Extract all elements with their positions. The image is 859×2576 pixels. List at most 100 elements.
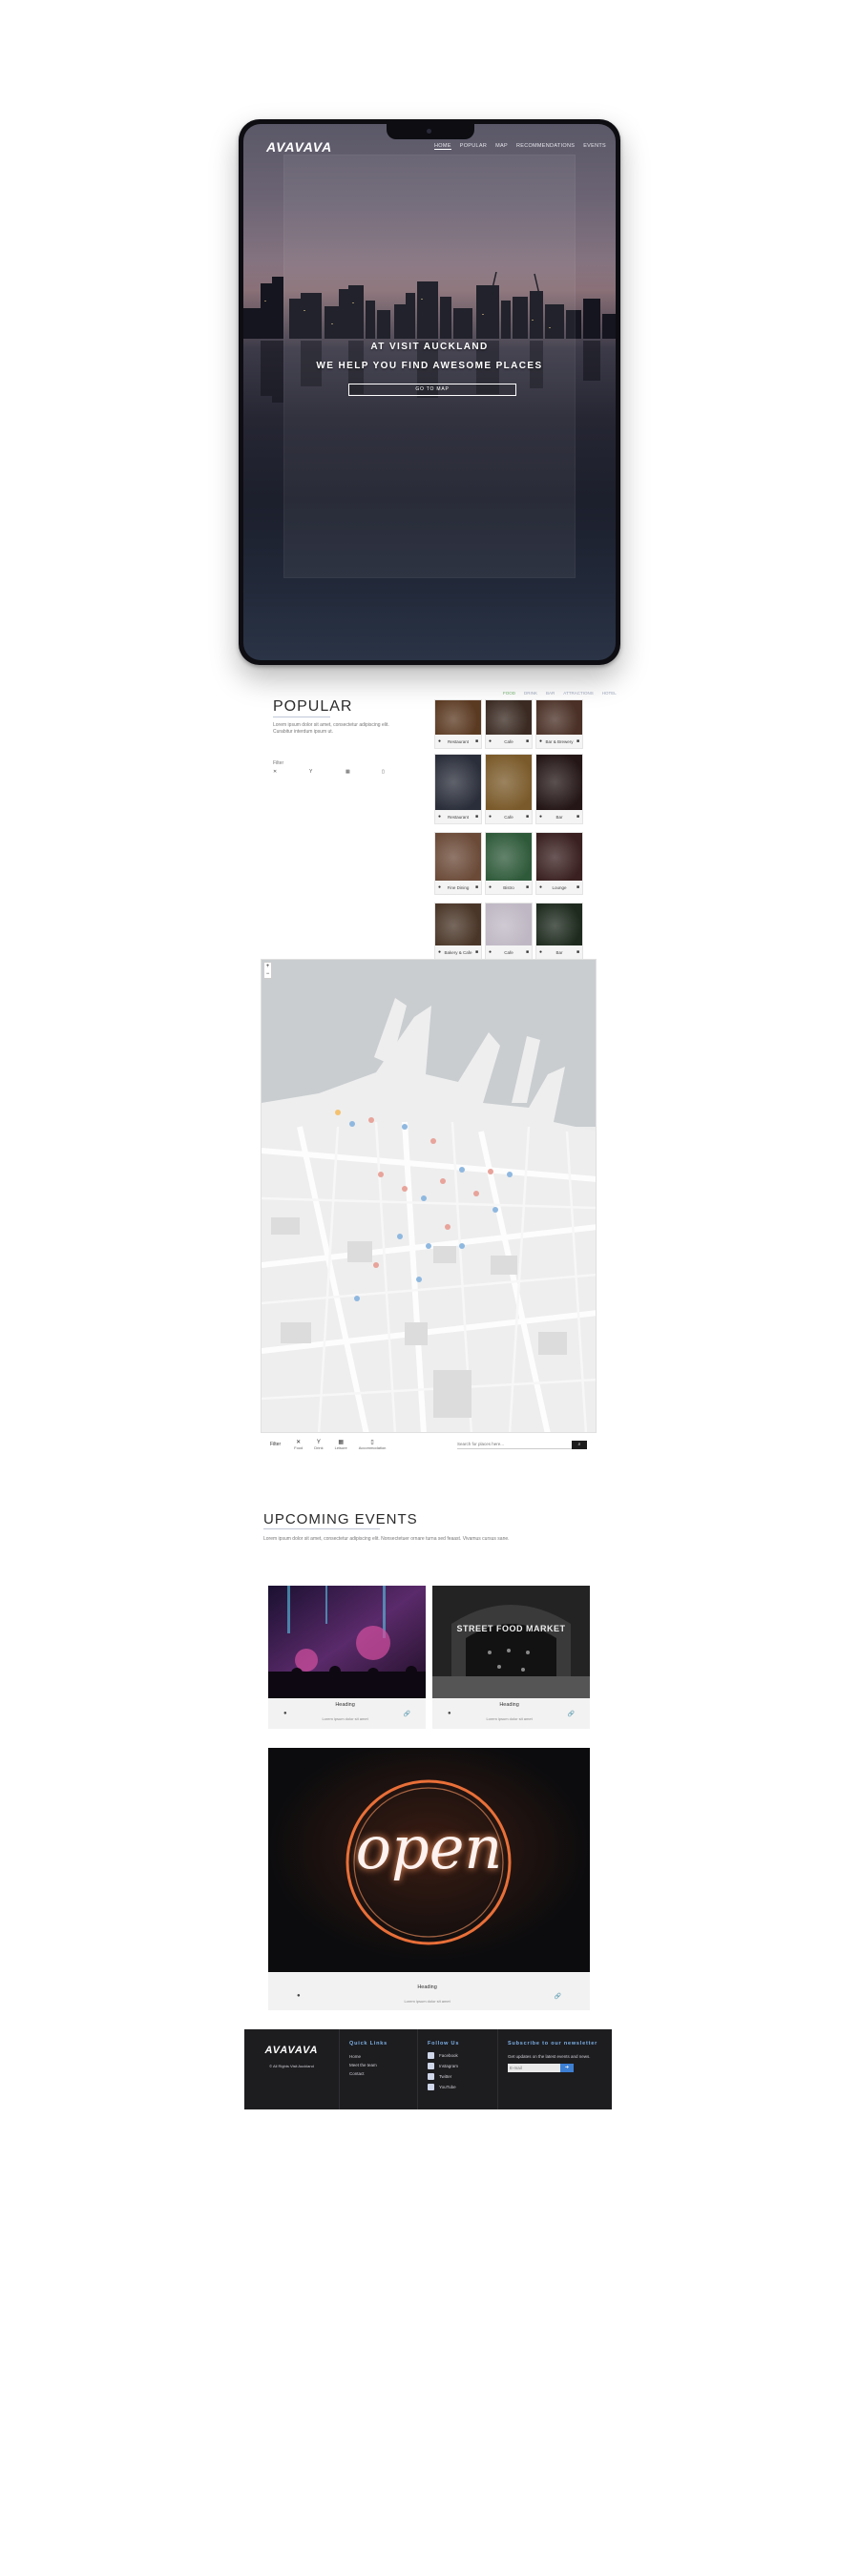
popular-card[interactable]: ● Cafe ■	[485, 903, 533, 960]
search-icon[interactable]: ⌕	[572, 1440, 587, 1449]
nav-events[interactable]: EVENTS	[583, 143, 606, 150]
popular-card[interactable]: ● Fine Dining ■	[434, 832, 482, 895]
popular-filter-label: Filter	[273, 760, 284, 766]
events-title-underline	[263, 1528, 380, 1529]
link-icon[interactable]: 🔗	[555, 1993, 561, 2000]
event-card-3[interactable]: open ● Heading Lorem ipsum dolor sit amet…	[268, 1748, 590, 2010]
hotel-icon: ▯	[370, 1440, 374, 1445]
subscribe-arrow-icon[interactable]: ➜	[560, 2064, 574, 2072]
popular-card-label-bar: ● Cafe ■	[486, 810, 532, 823]
social-facebook[interactable]: Facebook	[428, 2052, 488, 2059]
grid-nav-attractions[interactable]: ATTRACTIONS	[563, 691, 593, 696]
footer-link-contact[interactable]: Contact	[349, 2069, 408, 2078]
tablet-notch	[387, 124, 474, 139]
popular-card[interactable]: ● Restaurant ■	[434, 699, 482, 749]
event-subtext: Lorem ipsum dolor sit amet	[486, 1716, 533, 1721]
zoom-in-button[interactable]: +	[264, 963, 271, 970]
popular-card[interactable]: ● Bar & Brewery ■	[535, 699, 583, 749]
nav-popular[interactable]: POPULAR	[460, 143, 487, 150]
footer-logo[interactable]: AVAVAVA	[254, 2045, 329, 2056]
popular-card-label-bar: ● Bistro ■	[486, 881, 532, 894]
event-subtext: Lorem ipsum dolor sit amet	[404, 1999, 450, 2004]
bookmark-icon[interactable]: ■	[475, 814, 478, 820]
site-logo[interactable]: AVAVAVA	[266, 139, 332, 155]
nav-home[interactable]: HOME	[434, 143, 451, 150]
location-pin-icon[interactable]: ●	[283, 1711, 287, 1716]
map-filter-drink[interactable]: Y Drink	[314, 1440, 323, 1450]
popular-card-title: Cafe	[504, 949, 513, 955]
map-filter-food[interactable]: ✕ Food	[294, 1439, 303, 1450]
event-card-1[interactable]: ● Heading Lorem ipsum dolor sit amet 🔗	[268, 1586, 426, 1729]
cocktail-icon[interactable]: Y	[309, 769, 346, 775]
map-filter-label-accommodation: Accommodation	[358, 1445, 387, 1450]
map-canvas[interactable]	[262, 960, 597, 1433]
map-filter-leisure[interactable]: ▦ Leisure	[335, 1439, 347, 1450]
map-filter-label-leisure: Leisure	[334, 1445, 347, 1450]
bookmark-icon[interactable]: ■	[475, 949, 478, 955]
map-search-input[interactable]	[457, 1440, 572, 1449]
fork-knife-icon[interactable]: ✕	[273, 769, 309, 775]
nav-map[interactable]: MAP	[495, 143, 508, 150]
bookmark-icon[interactable]: ■	[576, 884, 579, 890]
location-pin-icon[interactable]: ●	[297, 1993, 301, 1999]
map-filter-accommodation[interactable]: ▯ Accommodation	[359, 1439, 387, 1450]
popular-card[interactable]: ● Restaurant ■	[434, 754, 482, 824]
popular-card[interactable]: ● Lounge ■	[535, 832, 583, 895]
social-instagram[interactable]: Instagram	[428, 2063, 488, 2069]
map-filter-bar: Filter ✕ Food Y Drink ▦ Leisure ▯ Accommodat…	[261, 1433, 597, 1456]
camera-dot	[427, 129, 431, 134]
popular-card-label-bar: ● Bar ■	[536, 810, 582, 823]
popular-card-label-bar: ● Cafe ■	[486, 945, 532, 959]
bookmark-icon[interactable]: ■	[526, 884, 529, 890]
event-card-2[interactable]: STREET FOOD MARKET ● Heading Lorem ipsum …	[432, 1586, 590, 1729]
bookmark-icon[interactable]: ■	[475, 738, 478, 744]
bookmark-icon[interactable]: ■	[576, 949, 579, 955]
zoom-out-button[interactable]: −	[264, 970, 271, 978]
popular-category-filters: ✕ Y ▦ ▯	[273, 769, 418, 775]
link-icon[interactable]: 🔗	[568, 1711, 575, 1717]
facebook-icon	[428, 2052, 434, 2059]
hotel-icon[interactable]: ▯	[382, 769, 418, 775]
grid-nav-bar[interactable]: BAR	[546, 691, 555, 696]
popular-card-title: Bar & Brewery	[545, 738, 574, 744]
popular-card[interactable]: ● Cafe ■	[485, 754, 533, 824]
popular-card-label-bar: ● Restaurant ■	[435, 810, 481, 823]
popular-card-label-bar: ● Lounge ■	[536, 881, 582, 894]
popular-card[interactable]: ● Cafe ■	[485, 699, 533, 749]
bookmark-icon[interactable]: ■	[526, 949, 529, 955]
popular-card-title: Cafe	[504, 814, 513, 820]
footer-quick-links: Quick Links Home Meet the team Contact	[340, 2029, 418, 2109]
bookmark-icon[interactable]: ■	[526, 738, 529, 744]
go-to-map-button[interactable]: GO TO MAP	[348, 384, 516, 396]
bookmark-icon[interactable]: ■	[526, 814, 529, 820]
social-label: Facebook	[439, 2053, 458, 2058]
youtube-icon	[428, 2084, 434, 2090]
footer-link-team[interactable]: Meet the team	[349, 2061, 408, 2069]
link-icon[interactable]: 🔗	[404, 1711, 410, 1717]
newsletter-email-input[interactable]	[508, 2064, 560, 2072]
footer-link-home[interactable]: Home	[349, 2052, 408, 2061]
bookmark-icon[interactable]: ■	[576, 738, 579, 744]
popular-card[interactable]: ● Bistro ■	[485, 832, 533, 895]
grid-nav-food[interactable]: FOOD	[503, 691, 515, 696]
nav-recommendations[interactable]: RECOMMENDATIONS	[516, 143, 575, 150]
popular-card-title: Lounge	[552, 884, 567, 890]
city-map[interactable]: + −	[261, 959, 597, 1433]
subscribe-title: Subscribe to our newsletter	[508, 2041, 598, 2046]
location-pin-icon[interactable]: ●	[448, 1711, 451, 1716]
hero-screen: AVAVAVA HOME POPULAR MAP RECOMMENDATIONS…	[243, 124, 616, 660]
social-twitter[interactable]: Twitter	[428, 2073, 488, 2080]
bookmark-icon[interactable]: ■	[475, 884, 478, 890]
popular-card[interactable]: ● Bakery & Cafe ■	[434, 903, 482, 960]
social-youtube[interactable]: YouTube	[428, 2084, 488, 2090]
grid-nav-hotel[interactable]: HOTEL	[602, 691, 617, 696]
event-subtext: Lorem ipsum dolor sit amet	[322, 1716, 368, 1721]
popular-card-title: Cafe	[504, 738, 513, 744]
popular-card[interactable]: ● Bar ■	[535, 754, 583, 824]
bookmark-icon[interactable]: ■	[576, 814, 579, 820]
event-card-2-footer: ● Heading Lorem ipsum dolor sit amet 🔗	[432, 1698, 590, 1729]
popular-card[interactable]: ● Bar ■	[535, 903, 583, 960]
museum-icon[interactable]: ▦	[346, 769, 382, 775]
grid-nav-drink[interactable]: DRINK	[524, 691, 537, 696]
footer-brand: AVAVAVA © All Rights Visit Auckland	[244, 2029, 340, 2109]
